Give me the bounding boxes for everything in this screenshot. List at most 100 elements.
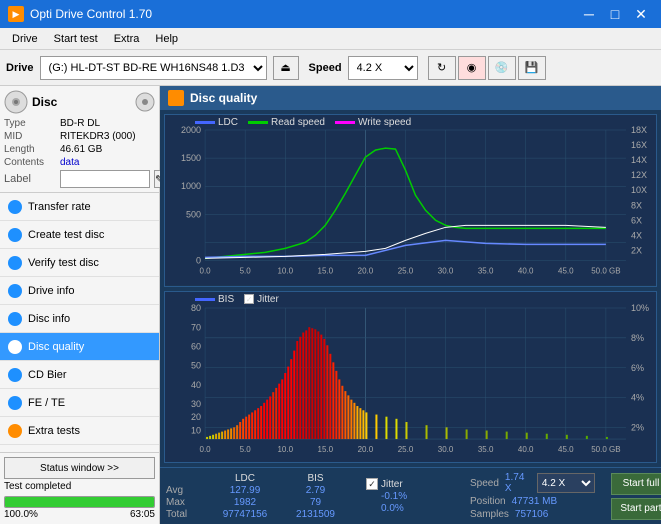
create-test-disc-label: Create test disc	[28, 229, 104, 241]
drive-action-buttons: ↻ ◉ 💿 💾	[428, 56, 546, 80]
svg-text:4X: 4X	[631, 230, 642, 240]
svg-text:14X: 14X	[631, 155, 647, 165]
progress-bar-fill	[5, 497, 154, 507]
eject-button[interactable]: ⏏	[273, 56, 299, 80]
bis-legend-label: BIS	[218, 294, 234, 305]
content-title: Disc quality	[190, 91, 257, 105]
nav-create-test-disc[interactable]: Create test disc	[0, 221, 159, 249]
nav-drive-info[interactable]: Drive info	[0, 277, 159, 305]
bis-header: BIS	[288, 473, 343, 484]
svg-text:0.0: 0.0	[200, 444, 212, 453]
svg-text:30: 30	[191, 398, 201, 408]
disc-button[interactable]: 💿	[488, 56, 516, 80]
drive-info-icon	[8, 284, 22, 298]
close-button[interactable]: ✕	[629, 4, 653, 24]
nav-extra-tests[interactable]: Extra tests	[0, 417, 159, 445]
total-bis: 2131509	[288, 509, 343, 520]
title-bar: ▶ Opti Drive Control 1.70 ─ □ ✕	[0, 0, 661, 28]
stats-empty	[166, 473, 202, 484]
menu-extra[interactable]: Extra	[106, 31, 148, 47]
speed-stat-select[interactable]: 4.2 X	[537, 473, 596, 493]
jitter-avg: -0.1%	[366, 491, 446, 502]
bottom-chart: BIS ✓ Jitter	[164, 291, 657, 464]
speed-select[interactable]: 4.2 X	[348, 56, 418, 80]
nav-cd-bier[interactable]: CD Bier	[0, 361, 159, 389]
type-label: Type	[4, 118, 56, 129]
avg-ldc: 127.99	[210, 485, 280, 496]
bis-legend: BIS	[195, 294, 234, 305]
drive-select[interactable]: (G:) HL-DT-ST BD-RE WH16NS48 1.D3	[40, 56, 267, 80]
speed-label: Speed	[309, 62, 342, 74]
total-label: Total	[166, 509, 202, 520]
verify-test-disc-label: Verify test disc	[28, 257, 99, 269]
status-window-button[interactable]: Status window >>	[4, 457, 155, 479]
menu-help[interactable]: Help	[147, 31, 186, 47]
jitter-checkbox[interactable]: ✓	[244, 294, 254, 304]
extra-tests-icon	[8, 424, 22, 438]
disc-section: Disc Type BD-R DL MID RITEKDR3 (000) Len…	[0, 86, 159, 193]
svg-text:25.0: 25.0	[398, 266, 414, 275]
svg-text:0.0: 0.0	[200, 266, 212, 275]
drive-bar: Drive (G:) HL-DT-ST BD-RE WH16NS48 1.D3 …	[0, 50, 661, 86]
svg-text:45.0: 45.0	[558, 266, 574, 275]
svg-text:1500: 1500	[181, 153, 201, 163]
contents-value: data	[60, 157, 79, 168]
transfer-rate-label: Transfer rate	[28, 201, 91, 213]
menu-drive[interactable]: Drive	[4, 31, 46, 47]
svg-text:10.0: 10.0	[277, 444, 293, 453]
svg-text:4%: 4%	[631, 392, 644, 402]
samples-value: 757106	[515, 509, 548, 520]
write-speed-legend-color	[335, 121, 355, 124]
progress-bar	[4, 496, 155, 508]
svg-text:70: 70	[191, 322, 201, 332]
progress-time: 63:05	[130, 509, 155, 520]
minimize-button[interactable]: ─	[577, 4, 601, 24]
nav-transfer-rate[interactable]: Transfer rate	[0, 193, 159, 221]
disc-action-icon	[135, 92, 155, 112]
label-input[interactable]	[60, 170, 150, 188]
label-field-label: Label	[4, 173, 56, 185]
create-test-disc-icon	[8, 228, 22, 242]
nav-verify-test-disc[interactable]: Verify test disc	[0, 249, 159, 277]
extra-tests-label: Extra tests	[28, 425, 80, 437]
length-value: 46.61 GB	[60, 144, 102, 155]
svg-text:5.0: 5.0	[240, 266, 252, 275]
max-label: Max	[166, 497, 202, 508]
max-ldc: 1982	[210, 497, 280, 508]
samples-label: Samples	[470, 509, 509, 520]
nav-fe-te[interactable]: FE / TE	[0, 389, 159, 417]
svg-text:500: 500	[186, 209, 201, 219]
maximize-button[interactable]: □	[603, 4, 627, 24]
disc-contents-row: Contents data	[4, 157, 155, 168]
nav-disc-info[interactable]: Disc info	[0, 305, 159, 333]
app-title: Opti Drive Control 1.70	[30, 7, 152, 21]
write-speed-legend: Write speed	[335, 117, 411, 128]
disc-label-row: Label ✎	[4, 170, 155, 188]
nav-disc-quality[interactable]: Disc quality	[0, 333, 159, 361]
main-content: Disc quality LDC Read speed	[160, 86, 661, 524]
svg-text:2X: 2X	[631, 245, 642, 255]
svg-text:50.0 GB: 50.0 GB	[591, 266, 620, 275]
total-ldc: 97747156	[210, 509, 280, 520]
refresh-button[interactable]: ↻	[428, 56, 456, 80]
start-full-button[interactable]: Start full	[611, 473, 661, 495]
svg-text:10.0: 10.0	[277, 266, 293, 275]
jitter-check[interactable]: ✓	[366, 478, 378, 490]
svg-text:8%: 8%	[631, 332, 644, 342]
disc-icon	[4, 90, 28, 114]
ldc-legend-label: LDC	[218, 117, 238, 128]
svg-text:0: 0	[196, 255, 201, 265]
top-chart: LDC Read speed Write speed	[164, 114, 657, 287]
bis-legend-color	[195, 298, 215, 301]
svg-text:35.0: 35.0	[478, 444, 494, 453]
menu-start-test[interactable]: Start test	[46, 31, 106, 47]
svg-text:18X: 18X	[631, 125, 647, 135]
start-part-button[interactable]: Start part	[611, 498, 661, 520]
avg-bis: 2.79	[288, 485, 343, 496]
svg-text:45.0: 45.0	[558, 444, 574, 453]
save-button[interactable]: 💾	[518, 56, 546, 80]
svg-text:2%: 2%	[631, 422, 644, 432]
scan-button[interactable]: ◉	[458, 56, 486, 80]
svg-text:6X: 6X	[631, 215, 642, 225]
menu-bar: Drive Start test Extra Help	[0, 28, 661, 50]
